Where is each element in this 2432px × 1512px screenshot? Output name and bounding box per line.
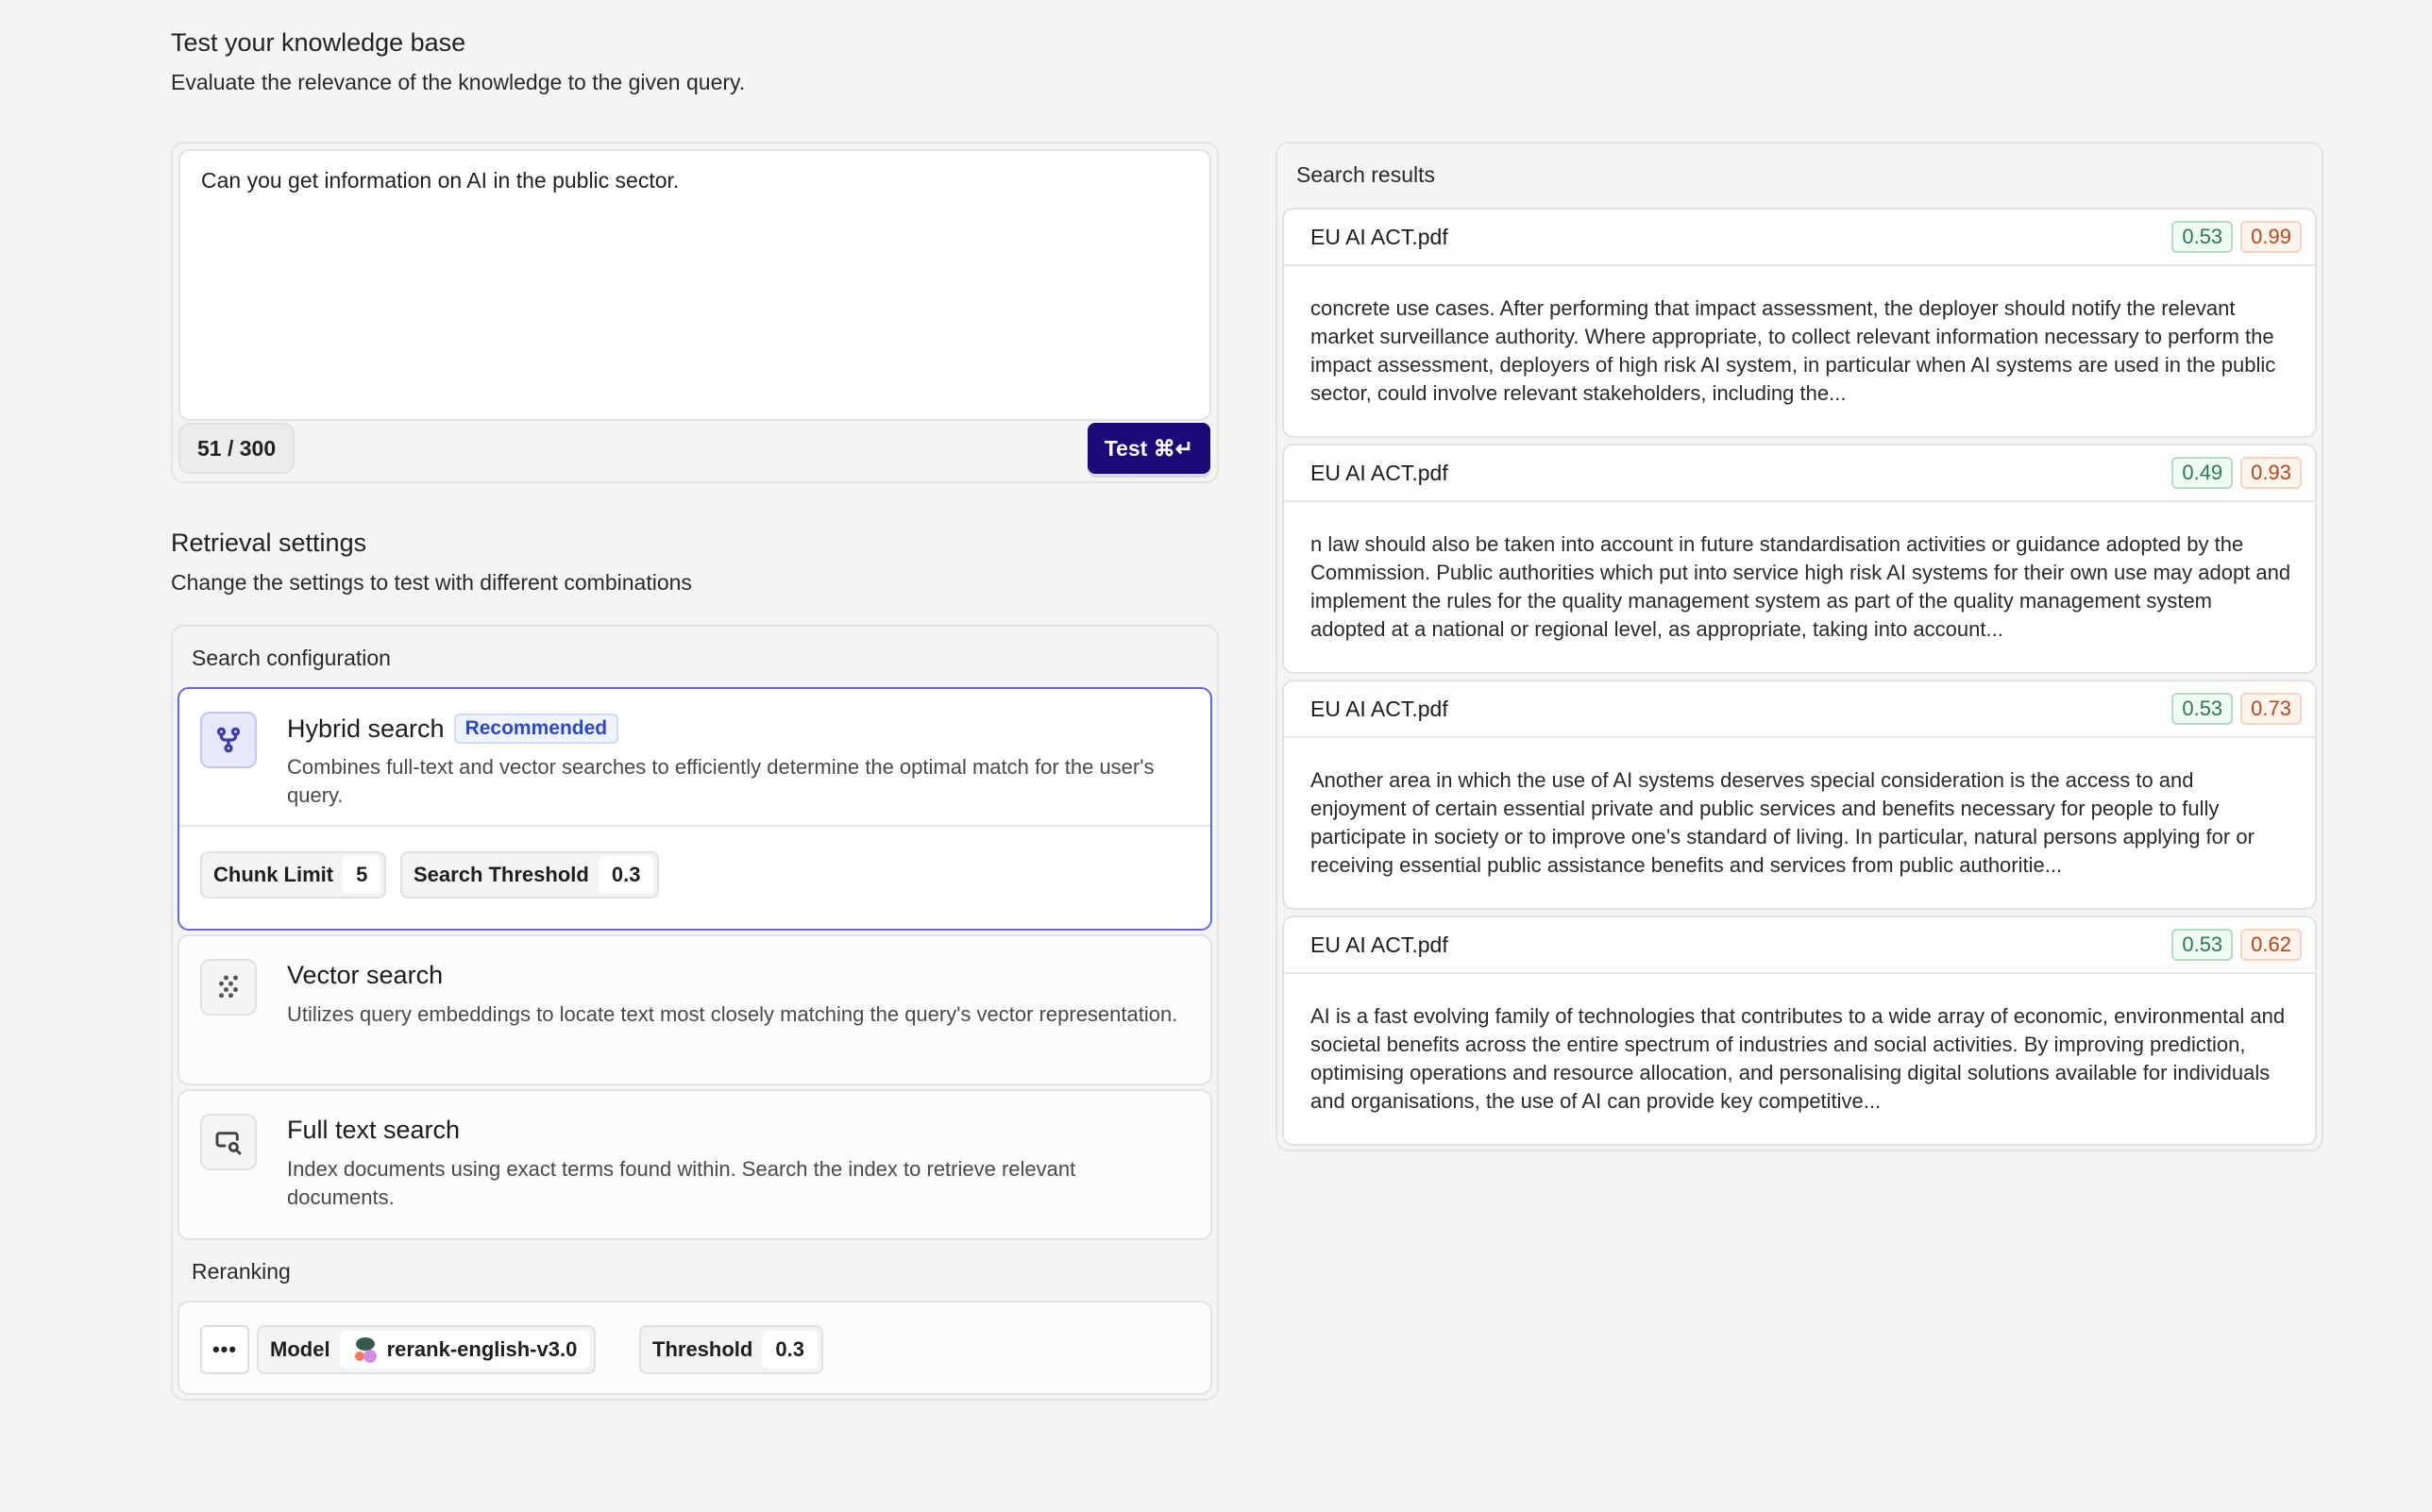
- chunk-limit-value[interactable]: 5: [343, 856, 381, 894]
- option-title: Full text search: [287, 1116, 461, 1144]
- recommended-badge: Recommended: [453, 714, 619, 744]
- search-threshold-field[interactable]: Search Threshold 0.3: [400, 851, 660, 899]
- chunk-limit-field[interactable]: Chunk Limit 5: [200, 851, 387, 899]
- rerank-score: 0.99: [2240, 221, 2302, 253]
- result-header: EU AI ACT.pdf 0.53 0.62: [1284, 917, 2315, 974]
- rerank-score: 0.93: [2240, 457, 2302, 489]
- option-description: Index documents using exact terms found …: [287, 1157, 1076, 1209]
- result-header: EU AI ACT.pdf 0.53 0.73: [1284, 681, 2315, 738]
- search-results-label: Search results: [1296, 162, 1436, 187]
- rerank-score: 0.62: [2240, 929, 2302, 961]
- page-title: Test your knowledge base: [171, 28, 466, 57]
- result-scores: 0.53 0.99: [2171, 221, 2302, 253]
- similarity-score: 0.53: [2171, 221, 2234, 253]
- threshold-value[interactable]: 0.3: [762, 1331, 818, 1369]
- git-fork-icon: [200, 712, 257, 768]
- model-label: Model: [270, 1337, 330, 1361]
- dots-scatter-icon: [200, 959, 257, 1016]
- model-name: rerank-english-v3.0: [386, 1337, 578, 1361]
- result-snippet: n law should also be taken into account …: [1310, 532, 2291, 641]
- query-input[interactable]: Can you get information on AI in the pub…: [201, 168, 1189, 395]
- divider: [179, 825, 1210, 827]
- search-configuration-panel: Search configuration Hybrid search Recom…: [171, 625, 1219, 1401]
- result-snippet: Another area in which the use of AI syst…: [1310, 768, 2255, 877]
- result-scores: 0.49 0.93: [2171, 457, 2302, 489]
- result-filename: EU AI ACT.pdf: [1310, 697, 1448, 721]
- search-threshold-label: Search Threshold: [414, 863, 589, 886]
- option-description: Combines full-text and vector searches t…: [287, 755, 1155, 807]
- chunk-limit-label: Chunk Limit: [213, 863, 334, 886]
- rerank-model-field[interactable]: Model rerank-english-v3.0: [257, 1325, 597, 1374]
- result-header: EU AI ACT.pdf 0.49 0.93: [1284, 445, 2315, 502]
- result-card[interactable]: EU AI ACT.pdf 0.53 0.62 AI is a fast evo…: [1282, 916, 2317, 1146]
- cohere-logo-icon: [354, 1337, 377, 1363]
- text-search-icon: [200, 1114, 257, 1170]
- test-button[interactable]: Test ⌘↵: [1087, 423, 1210, 474]
- search-threshold-value[interactable]: 0.3: [598, 856, 654, 894]
- similarity-score: 0.49: [2171, 457, 2234, 489]
- reranking-label: Reranking: [192, 1259, 291, 1284]
- option-full-text-search[interactable]: Full text search Index documents using e…: [177, 1089, 1212, 1240]
- result-filename: EU AI ACT.pdf: [1310, 225, 1448, 249]
- reranking-settings: ••• Model rerank-english-v3.0 Threshold …: [177, 1301, 1212, 1395]
- result-card[interactable]: EU AI ACT.pdf 0.49 0.93 n law should als…: [1282, 444, 2317, 674]
- option-title-text: Hybrid search: [287, 714, 445, 743]
- result-scores: 0.53 0.62: [2171, 929, 2302, 961]
- option-vector-search[interactable]: Vector search Utilizes query embeddings …: [177, 934, 1212, 1085]
- retrieval-settings-title: Retrieval settings: [171, 529, 367, 557]
- retrieval-settings-subtitle: Change the settings to test with differe…: [171, 570, 692, 595]
- more-options-button[interactable]: •••: [200, 1325, 249, 1374]
- result-card[interactable]: EU AI ACT.pdf 0.53 0.99 concrete use cas…: [1282, 208, 2317, 438]
- result-snippet: AI is a fast evolving family of technolo…: [1310, 1004, 2286, 1113]
- option-title: Vector search: [287, 961, 444, 989]
- search-results-panel: Search results EU AI ACT.pdf 0.53 0.99 c…: [1275, 142, 2323, 1151]
- similarity-score: 0.53: [2171, 693, 2234, 725]
- page-subtitle: Evaluate the relevance of the knowledge …: [171, 70, 746, 94]
- rerank-score: 0.73: [2240, 693, 2302, 725]
- search-configuration-label: Search configuration: [192, 646, 391, 670]
- option-hybrid-search[interactable]: Hybrid search Recommended Combines full-…: [177, 687, 1212, 931]
- option-description: Utilizes query embeddings to locate text…: [287, 1002, 1178, 1026]
- query-panel: Can you get information on AI in the pub…: [171, 142, 1219, 483]
- result-scores: 0.53 0.73: [2171, 693, 2302, 725]
- result-filename: EU AI ACT.pdf: [1310, 461, 1448, 485]
- char-count: 51 / 300: [178, 423, 296, 474]
- option-title: Hybrid search Recommended: [287, 714, 619, 744]
- result-snippet: concrete use cases. After performing tha…: [1310, 296, 2276, 405]
- rerank-threshold-field[interactable]: Threshold 0.3: [639, 1325, 823, 1374]
- result-card[interactable]: EU AI ACT.pdf 0.53 0.73 Another area in …: [1282, 680, 2317, 910]
- model-value[interactable]: rerank-english-v3.0: [339, 1331, 591, 1369]
- threshold-label: Threshold: [652, 1337, 753, 1361]
- result-filename: EU AI ACT.pdf: [1310, 932, 1448, 957]
- query-box: Can you get information on AI in the pub…: [178, 149, 1211, 421]
- similarity-score: 0.53: [2171, 929, 2234, 961]
- result-header: EU AI ACT.pdf 0.53 0.99: [1284, 210, 2315, 266]
